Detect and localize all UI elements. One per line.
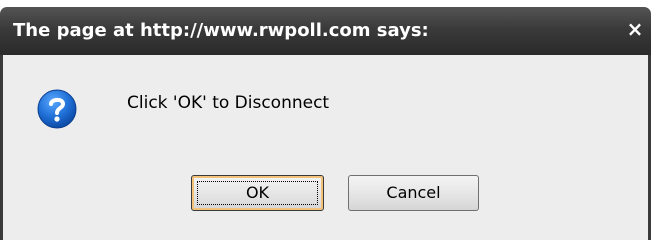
dialog-message: Click 'OK' to Disconnect <box>127 93 330 113</box>
ok-button[interactable]: OK <box>191 175 324 211</box>
dialog-title: The page at http://www.rwpoll.com says: <box>13 20 429 41</box>
alert-dialog: The page at http://www.rwpoll.com says: … <box>0 7 651 240</box>
question-icon <box>37 89 77 129</box>
cancel-button-label: Cancel <box>386 183 441 202</box>
focus-ring <box>197 181 318 205</box>
dialog-body: Click 'OK' to Disconnect OK Cancel <box>0 55 651 240</box>
cancel-button[interactable]: Cancel <box>348 175 479 211</box>
dialog-titlebar: The page at http://www.rwpoll.com says: … <box>0 7 651 55</box>
close-icon[interactable]: × <box>625 19 645 39</box>
